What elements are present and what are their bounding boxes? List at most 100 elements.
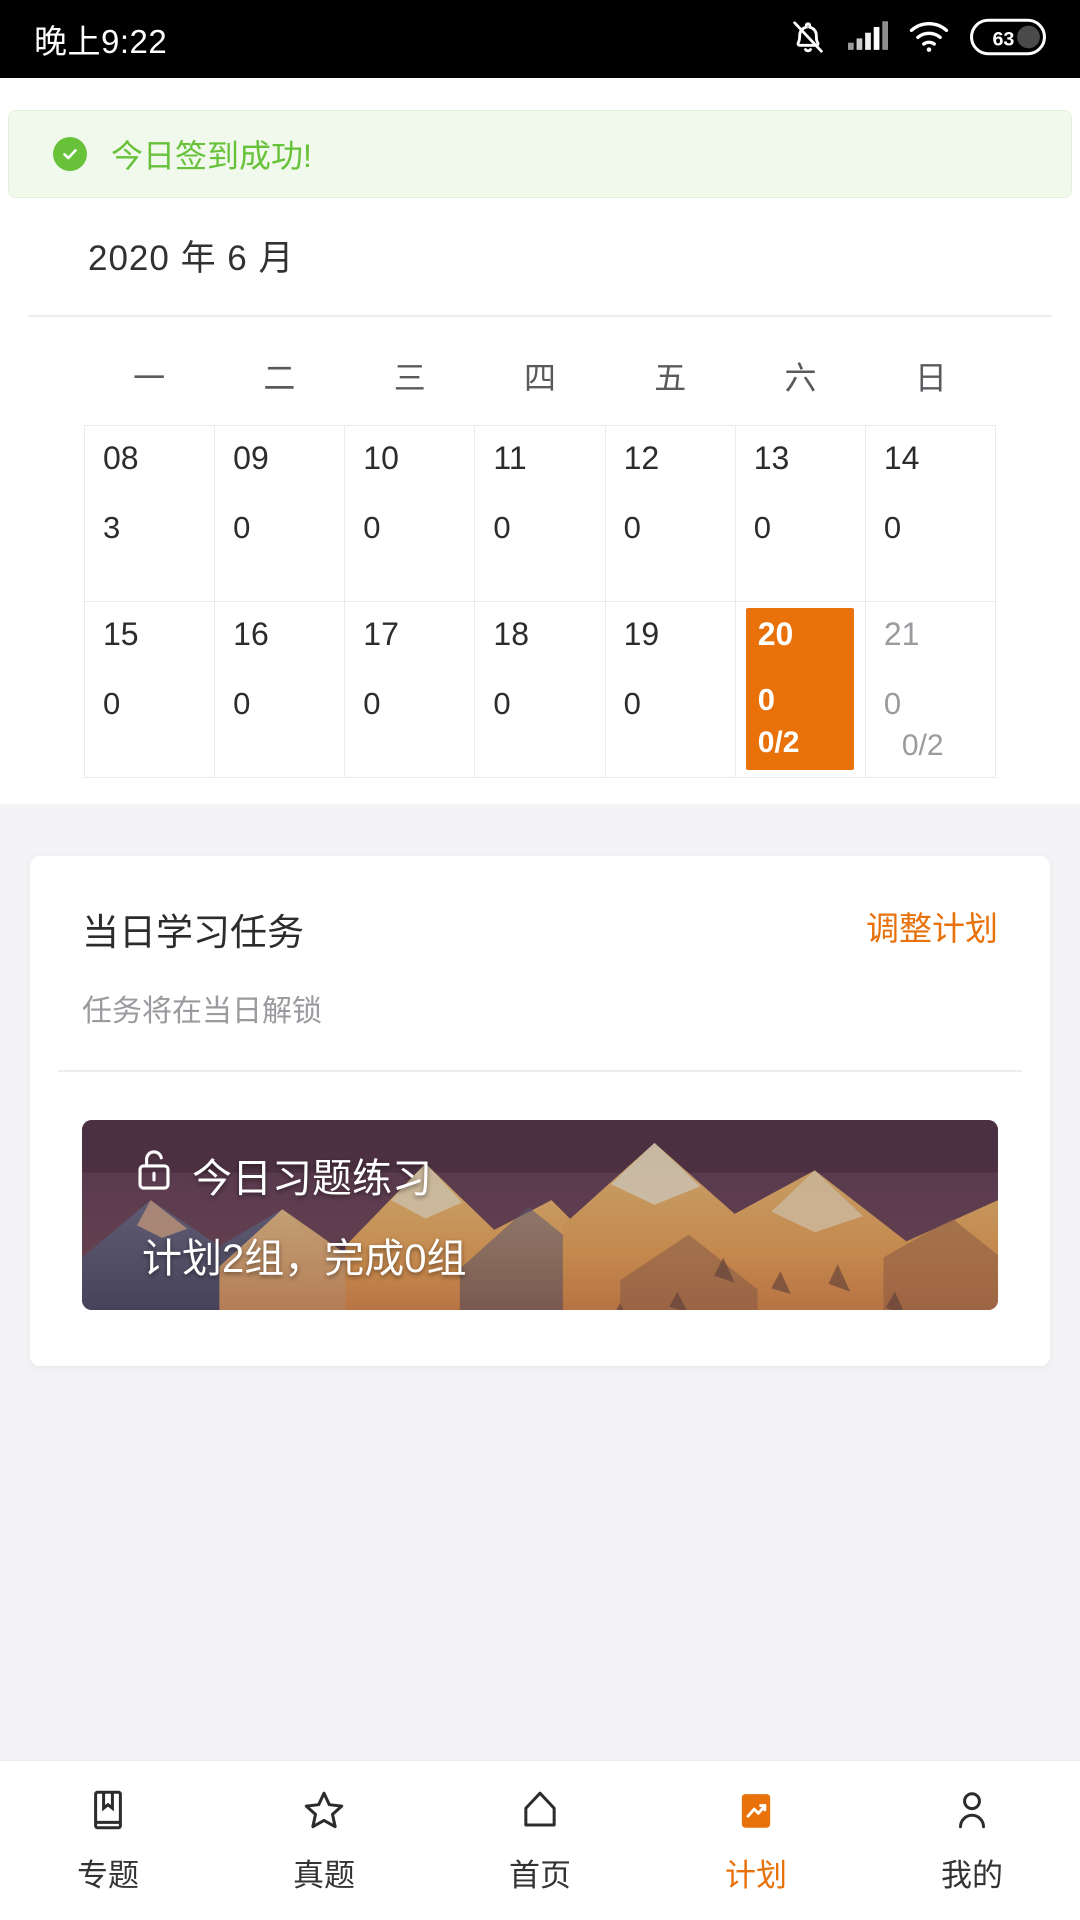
daily-task-card: 当日学习任务 调整计划 任务将在当日解锁 今日习题练习 计划2组，完成0组 [30,856,1050,1366]
check-circle-icon [53,137,87,171]
calendar-day-fraction: 0/2 [901,729,944,762]
calendar-day-count: 0 [883,509,902,545]
calendar-day-count: 0 [363,509,381,545]
calendar-day-content: 18 0 [493,616,604,777]
calendar-day-content: 09 0 [233,441,344,601]
calendar-day-number: 17 [363,616,399,652]
battery-level: 63 [992,28,1014,50]
calendar-day-cell[interactable]: 11 0 [475,426,606,602]
status-bar: 晚上9:22 63 [0,0,1080,78]
today-exercise-banner[interactable]: 今日习题练习 计划2组，完成0组 [82,1120,998,1310]
toast-message: 今日签到成功! [111,138,312,174]
calendar-day-content: 08 3 [103,440,214,601]
calendar-day-content: 14 0 [883,440,995,601]
weekday-fri: 五 [654,360,687,396]
calendar-day-number: 20 [757,616,794,652]
calendar-day-content: 15 0 [103,616,214,777]
calendar-day-cell[interactable]: 14 0 [865,426,996,602]
calendar-day-count: 0 [233,509,251,545]
calendar-card: 2020 年 6 月 一 二 三 四 五 六 日 08 3 09 0 10 0 11 0 12 0… [0,196,1080,804]
calendar-day-content: 13 0 [753,440,865,601]
calendar-day-number: 13 [753,440,790,476]
person-icon [950,1786,994,1834]
status-icons: 63 [788,17,1046,62]
weekday-tue: 二 [263,360,296,396]
task-card-divider [58,1070,1022,1072]
book-icon [86,1786,130,1834]
calendar-day-number: 15 [103,616,139,652]
calendar-day-number: 08 [103,440,139,476]
calendar-day-count: 0 [233,685,251,721]
calendar-day-content: 11 0 [493,440,604,601]
calendar-day-count: 0 [493,685,511,721]
calendar-day-count: 0 [363,685,381,721]
chart-icon [734,1786,778,1834]
tab-plan[interactable]: 计划 [648,1786,864,1895]
task-card-subtitle: 任务将在当日解锁 [82,995,322,1028]
calendar-day-cell[interactable]: 08 3 [85,426,216,602]
tab-label-plan: 计划 [725,1858,787,1893]
task-card-title: 当日学习任务 [82,912,304,953]
tab-label-topics: 专题 [77,1858,139,1893]
calendar-day-count: 3 [103,509,121,545]
calendar-day-cell[interactable]: 09 0 [215,426,346,602]
calendar-day-cell[interactable]: 17 0 [345,602,476,778]
calendar-day-cell[interactable]: 15 0 [85,602,216,778]
banner-content: 今日习题练习 计划2组，完成0组 [82,1120,998,1284]
status-time: 晚上9:22 [34,23,168,60]
calendar-day-content: 16 0 [233,616,344,777]
calendar-day-number: 16 [233,616,269,652]
calendar-day-number: 11 [493,440,527,476]
weekday-mon: 一 [133,360,166,396]
calendar-day-count: 0 [103,685,121,721]
calendar-day-number: 12 [623,440,660,476]
bell-muted-icon [788,17,828,62]
weekday-sat: 六 [784,360,817,396]
calendar-day-cell[interactable]: 13 0 [735,426,866,602]
calendar-day-cell[interactable]: 10 0 [345,426,476,602]
weekday-sun: 日 [914,360,947,396]
calendar-day-number: 21 [883,616,920,652]
calendar-day-count: 0 [753,509,771,545]
calendar-day-count: 0 [757,681,775,717]
tab-label-mine: 我的 [941,1858,1003,1893]
wifi-icon [908,20,950,59]
calendar-month-label: 2020 年 6 月 [88,239,295,278]
calendar-weekday-row: 一 二 三 四 五 六 日 [84,317,996,425]
calendar-day-cell[interactable]: 12 0 [605,426,736,602]
calendar-day-count: 0 [623,685,641,721]
calendar-day-content: 10 0 [363,440,474,601]
calendar-day-number: 10 [363,440,399,476]
calendar-day-content: 17 0 [363,616,474,777]
calendar-today-highlight: 20 0 0/2 [745,608,854,770]
calendar-day-cell[interactable]: 21 0 0/2 [865,602,996,778]
calendar-day-fraction: 0/2 [757,726,800,759]
banner-title: 今日习题练习 [192,1157,432,1201]
calendar-day-cell[interactable]: 18 0 [475,602,606,778]
calendar-day-cell[interactable]: 19 0 [605,602,736,778]
calendar-day-count: 0 [623,509,641,545]
banner-progress: 计划2组，完成0组 [142,1237,467,1281]
signin-success-toast: 今日签到成功! [8,110,1072,198]
tab-label-realexams: 真题 [293,1858,355,1893]
battery-icon: 63 [970,18,1046,61]
tab-mine[interactable]: 我的 [864,1786,1080,1895]
signal-icon [848,20,888,59]
calendar-day-number: 18 [493,616,530,652]
calendar-day-content: 21 0 0/2 [883,616,995,777]
calendar-day-number: 19 [623,616,660,652]
calendar-day-count: 0 [493,509,511,545]
bottom-tab-bar: 专题 真题 首页 计划 我的 [0,1760,1080,1920]
calendar-day-number: 14 [883,440,920,476]
task-card-header: 当日学习任务 调整计划 [30,856,1050,956]
tab-label-home: 首页 [509,1858,571,1893]
calendar-day-content: 12 0 [623,440,735,601]
calendar-day-cell[interactable]: 16 0 [215,602,346,778]
tab-topics[interactable]: 专题 [0,1786,216,1895]
tab-realexams[interactable]: 真题 [216,1786,432,1895]
tab-home[interactable]: 首页 [432,1786,648,1895]
calendar-grid: 08 3 09 0 10 0 11 0 12 0 13 0 14 0 15 0 16 0 17 0 18 0 19 0 20 0 0… [84,425,996,778]
adjust-plan-button[interactable]: 调整计划 [866,902,998,950]
unlock-icon [134,1147,174,1203]
calendar-day-cell[interactable]: 20 0 0/2 [735,602,866,778]
